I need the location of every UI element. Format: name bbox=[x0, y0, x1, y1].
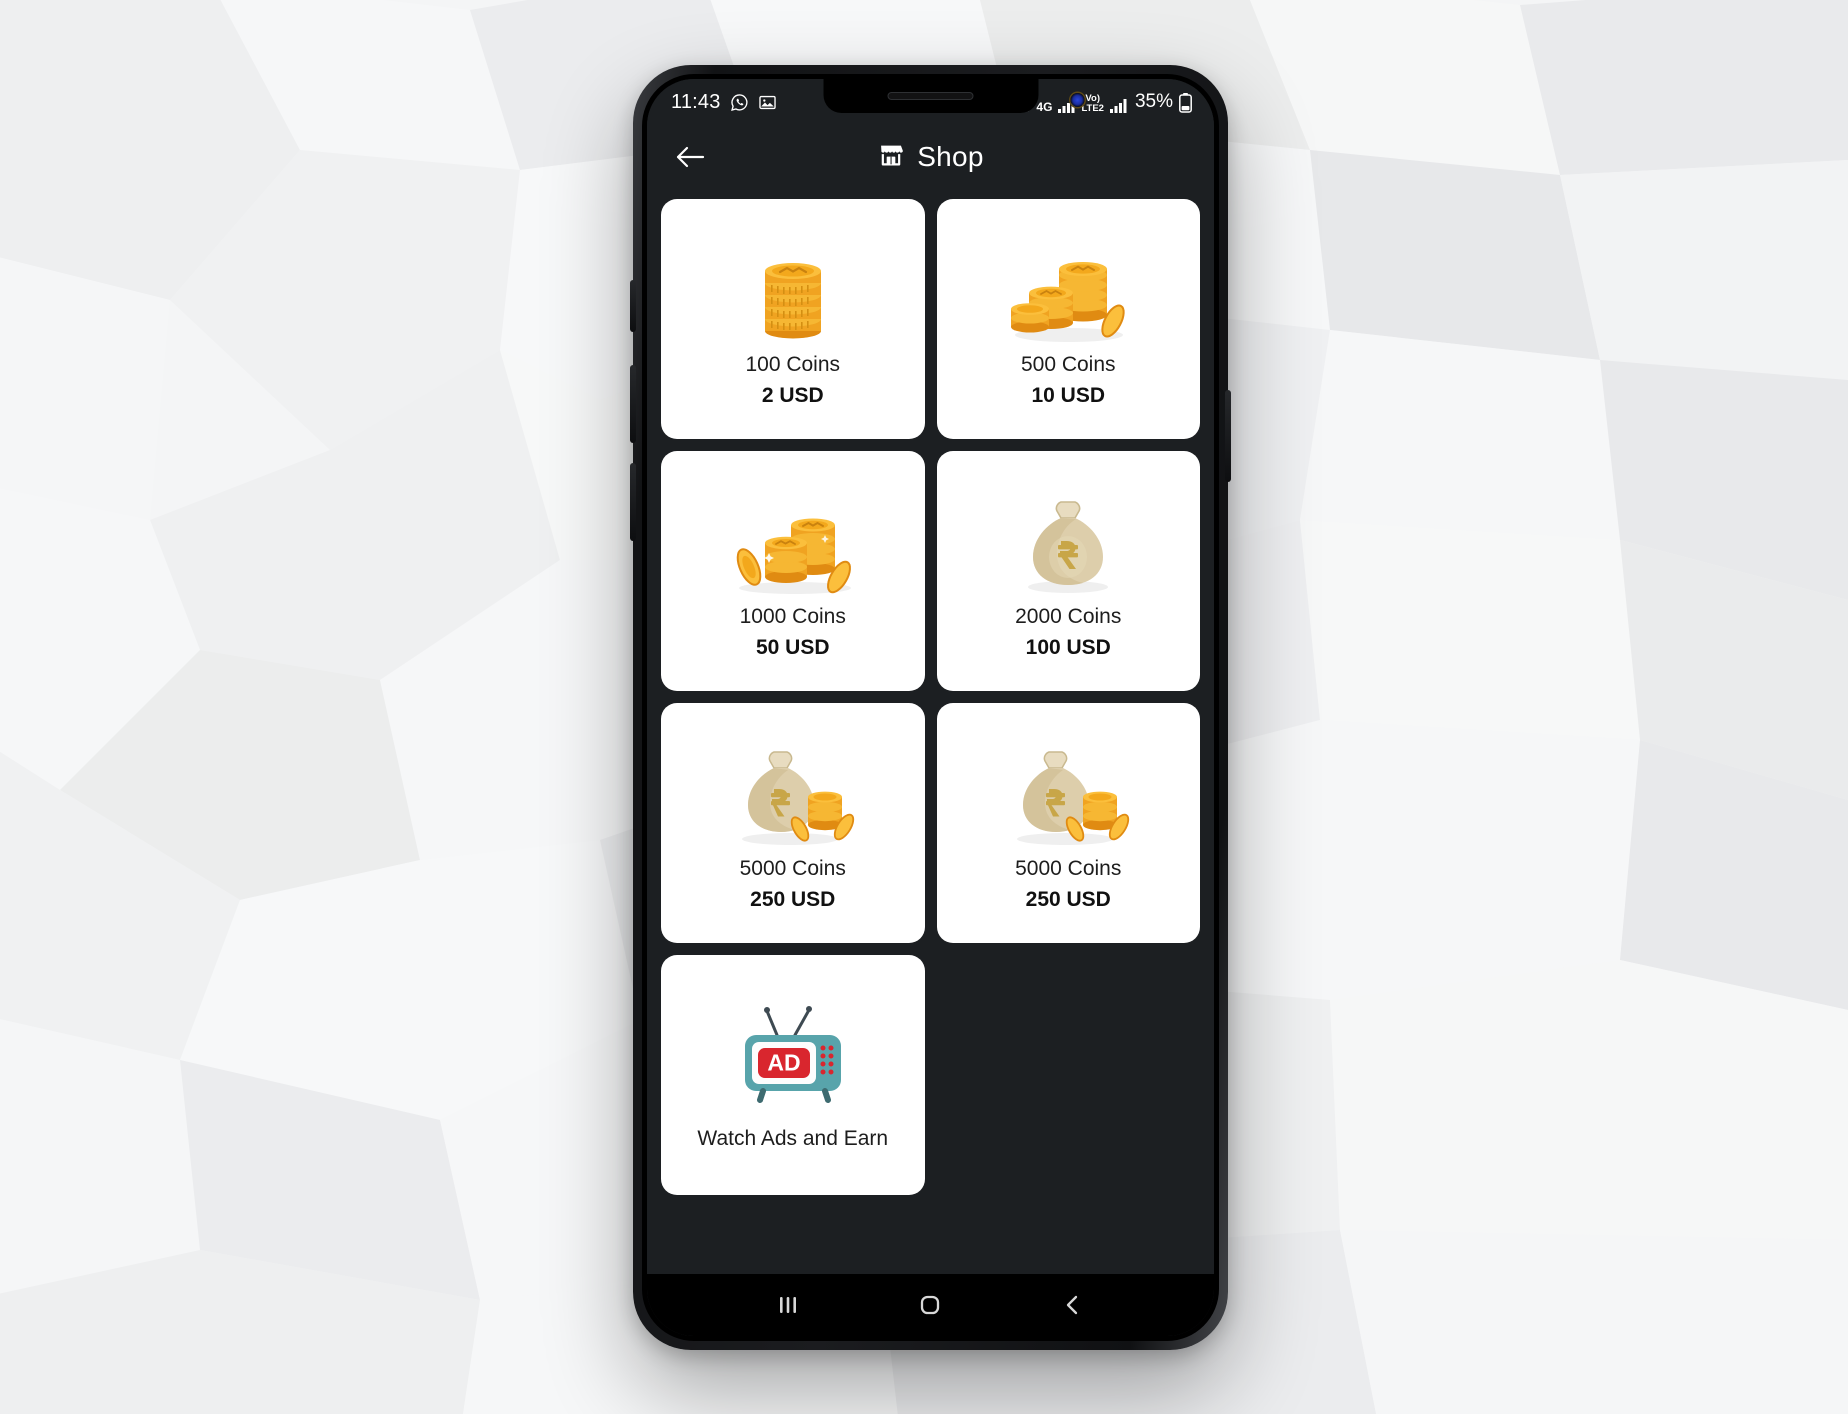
mute-button[interactable] bbox=[630, 280, 636, 332]
shop-item-title: 5000 Coins bbox=[1015, 856, 1122, 880]
whatsapp-icon bbox=[730, 93, 749, 112]
svg-text:AD: AD bbox=[767, 1050, 800, 1076]
watch-ads-card[interactable]: AD Watch Ads and Earn bbox=[661, 955, 925, 1195]
recents-button[interactable] bbox=[765, 1282, 811, 1328]
coin-stacks-icon bbox=[1003, 231, 1133, 343]
front-camera-icon bbox=[1070, 93, 1084, 107]
storefront-icon bbox=[877, 141, 905, 174]
phone-device-frame: 11:43 Vo) L bbox=[630, 65, 1231, 1350]
shop-item-price: 2 USD bbox=[761, 383, 824, 407]
shop-item-price: 250 USD bbox=[1025, 887, 1111, 911]
shop-grid: 100 Coins 2 USD 500 Coins 10 USD 1000 Co… bbox=[661, 199, 1200, 1195]
shop-item-title: 500 Coins bbox=[1020, 352, 1116, 376]
volume-down-button[interactable] bbox=[630, 365, 636, 443]
back-button[interactable] bbox=[669, 136, 711, 178]
coin-pile-icon bbox=[725, 483, 861, 595]
phone-screen: 11:43 Vo) L bbox=[647, 79, 1214, 1336]
shop-item-title: 2000 Coins bbox=[1015, 604, 1122, 628]
watch-ads-label: Watch Ads and Earn bbox=[697, 1127, 889, 1150]
volte-2-icon: Vo) LTE2 bbox=[1081, 93, 1104, 114]
network-type-label: 4G bbox=[1036, 100, 1053, 114]
volume-up-button[interactable] bbox=[630, 463, 636, 541]
status-bar-left: 11:43 bbox=[671, 91, 777, 114]
shop-item-price: 250 USD bbox=[750, 887, 836, 911]
home-button[interactable] bbox=[907, 1282, 953, 1328]
money-bag-coins-icon bbox=[1003, 735, 1133, 847]
app-bar-title-group: Shop bbox=[647, 125, 1214, 189]
shop-item-title: 1000 Coins bbox=[739, 604, 846, 628]
shop-item-price: 50 USD bbox=[755, 635, 830, 659]
shop-item-card[interactable]: 2000 Coins 100 USD bbox=[936, 451, 1200, 691]
ad-television-icon: AD bbox=[733, 999, 853, 1111]
shop-item-price: 10 USD bbox=[1031, 383, 1106, 407]
page-title: Shop bbox=[917, 141, 984, 172]
phone-bezel: 11:43 Vo) L bbox=[642, 74, 1219, 1341]
image-icon bbox=[758, 93, 777, 112]
shop-item-card[interactable]: 5000 Coins 250 USD bbox=[661, 703, 925, 943]
battery-icon bbox=[1179, 93, 1192, 113]
display-notch bbox=[823, 79, 1084, 113]
app-bar: Shop bbox=[647, 125, 1214, 189]
shop-item-title: 100 Coins bbox=[745, 352, 841, 376]
shop-item-card[interactable]: 100 Coins 2 USD bbox=[661, 199, 925, 439]
shop-item-card[interactable]: 500 Coins 10 USD bbox=[936, 199, 1200, 439]
back-nav-button[interactable] bbox=[1050, 1282, 1096, 1328]
power-button[interactable] bbox=[1225, 390, 1231, 482]
shop-content: 100 Coins 2 USD 500 Coins 10 USD 1000 Co… bbox=[647, 189, 1214, 1274]
money-bag-icon bbox=[1013, 483, 1123, 595]
signal-bars-2-icon bbox=[1109, 99, 1127, 113]
earpiece-speaker-icon bbox=[887, 92, 974, 100]
shop-item-price: 100 USD bbox=[1025, 635, 1111, 659]
shop-item-card[interactable]: 5000 Coins 250 USD bbox=[936, 703, 1200, 943]
status-bar-clock: 11:43 bbox=[671, 90, 721, 113]
money-bag-coins-icon bbox=[728, 735, 858, 847]
coin-stack-small-icon bbox=[747, 231, 839, 343]
android-navigation-bar bbox=[647, 1274, 1214, 1336]
shop-item-title: 5000 Coins bbox=[739, 856, 846, 880]
battery-percentage-label: 35% bbox=[1134, 91, 1173, 112]
shop-item-card[interactable]: 1000 Coins 50 USD bbox=[661, 451, 925, 691]
